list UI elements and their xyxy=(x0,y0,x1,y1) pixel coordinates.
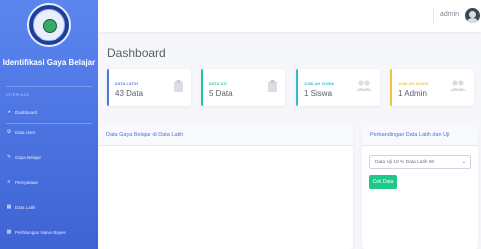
stat-card-data-uji: DATA UJI 5 Data xyxy=(201,69,285,106)
sidebar-item-label: Perhitungan Naive Bayes xyxy=(15,229,66,235)
sidebar: KEDUA Identifikasi Gaya Belajar INTERFAC… xyxy=(0,0,98,249)
panel-title: Data Gaya Belajar di Data Latih xyxy=(98,124,353,146)
card-value: 5 Data xyxy=(209,89,233,98)
table-icon: ▦ xyxy=(6,204,12,210)
card-value: 1 Siswa xyxy=(304,89,333,98)
gauge-icon: ◕ xyxy=(7,109,11,115)
sidebar-item-data-user[interactable]: ⚙ Data User xyxy=(0,123,98,141)
logo-emblem-icon xyxy=(43,19,57,33)
card-label: DATA UJI xyxy=(209,82,227,86)
sidebar-item-label: Dashboard xyxy=(15,109,38,115)
sidebar-item-gaya-belajar[interactable]: ✎ Gaya Belajar xyxy=(0,148,98,166)
list-icon: ≡ xyxy=(7,179,11,185)
sidebar-item-naive-bayes[interactable]: ▩ Perhitungan Naive Bayes xyxy=(0,223,98,241)
sidebar-item-label: Data User xyxy=(15,129,36,135)
card-accent-bar xyxy=(107,69,109,106)
check-data-button[interactable]: Cek Data xyxy=(369,175,397,189)
card-accent-bar xyxy=(296,69,298,106)
sidebar-item-label: Pernyataan xyxy=(15,179,39,185)
chevron-down-icon: ⌄ xyxy=(461,159,466,165)
page-title: Dashboard xyxy=(107,46,166,60)
sidebar-item-label: Data Latih xyxy=(15,204,36,210)
sidebar-item-pernyataan[interactable]: ≡ Pernyataan xyxy=(0,173,98,191)
card-label: JUMLAH ADMIN xyxy=(398,82,429,86)
sidebar-section-label: INTERFACE xyxy=(6,93,30,97)
card-label: DATA LATIH xyxy=(115,82,139,86)
card-value: 1 Admin xyxy=(398,89,427,98)
gear-icon: ⚙ xyxy=(6,129,12,135)
panel-perbandingan: Perbandingan Data Latih dan Uji Data Uji… xyxy=(362,124,478,249)
panel-title: Perbandingan Data Latih dan Uji xyxy=(362,124,478,146)
clipboard-icon xyxy=(268,80,277,92)
user-name[interactable]: admin xyxy=(440,11,459,18)
wrench-icon: ✎ xyxy=(6,154,12,160)
sidebar-item-label: Gaya Belajar xyxy=(15,154,42,160)
panel-gaya-belajar: Data Gaya Belajar di Data Latih xyxy=(98,124,353,249)
avatar[interactable] xyxy=(465,8,480,23)
sidebar-brand: Identifikasi Gaya Belajar xyxy=(2,58,96,67)
logo: KEDUA xyxy=(27,3,71,47)
sidebar-item-data-latih[interactable]: ▦ Data Latih xyxy=(0,198,98,216)
comparison-select[interactable]: Data Uji 10 % Data Latih 90 ⌄ xyxy=(369,155,471,169)
stat-card-jumlah-siswa: JUMLAH SISWA 1 Siswa xyxy=(296,69,380,106)
sidebar-divider xyxy=(6,86,92,87)
calculator-icon: ▩ xyxy=(6,229,12,235)
stat-card-jumlah-admin: JUMLAH ADMIN 1 Admin xyxy=(390,69,474,106)
topbar-divider xyxy=(433,9,434,23)
clipboard-icon xyxy=(174,80,183,92)
card-value: 43 Data xyxy=(115,89,144,98)
card-accent-bar xyxy=(201,69,203,106)
users-icon xyxy=(450,80,466,91)
topbar: admin xyxy=(98,0,481,32)
sidebar-item-dashboard[interactable]: ◕ Dashboard xyxy=(0,103,98,121)
card-label: JUMLAH SISWA xyxy=(304,82,335,86)
users-icon xyxy=(356,80,372,91)
card-accent-bar xyxy=(390,69,392,106)
select-value: Data Uji 10 % Data Latih 90 xyxy=(375,159,435,165)
stat-card-data-latih: DATA LATIH 43 Data xyxy=(107,69,191,106)
